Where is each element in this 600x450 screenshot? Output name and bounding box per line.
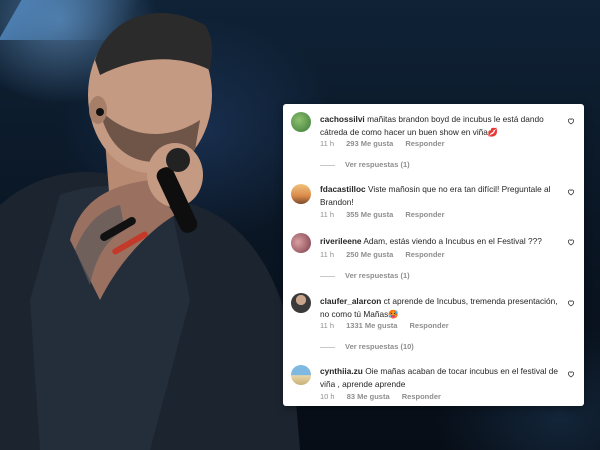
replies-divider bbox=[320, 164, 335, 166]
reply-button[interactable]: Responder bbox=[405, 139, 444, 148]
comment-text-block: fdacastilloc Viste mañosin que no era ta… bbox=[320, 183, 558, 209]
view-replies-button[interactable]: Ver respuestas (1) bbox=[320, 160, 410, 169]
view-replies-label: Ver respuestas (10) bbox=[345, 342, 414, 351]
comment-text-block: riverileene Adam, estás viendo a Incubus… bbox=[320, 235, 558, 248]
avatar[interactable] bbox=[291, 293, 311, 313]
avatar[interactable] bbox=[291, 233, 311, 253]
comment-username[interactable]: riverileene bbox=[320, 236, 362, 246]
heart-outline-icon[interactable] bbox=[567, 188, 575, 196]
view-replies-button[interactable]: Ver respuestas (10) bbox=[320, 342, 414, 351]
comment-username[interactable]: cynthiia.zu bbox=[320, 366, 363, 376]
heart-outline-icon[interactable] bbox=[567, 370, 575, 378]
reply-button[interactable]: Responder bbox=[410, 321, 449, 330]
comment-likes[interactable]: 293 Me gusta bbox=[346, 139, 393, 148]
replies-divider bbox=[320, 275, 335, 277]
comment-time: 10 h bbox=[320, 392, 335, 401]
heart-outline-icon[interactable] bbox=[567, 299, 575, 307]
comment-meta: 11 h 250 Me gusta Responder bbox=[320, 250, 455, 262]
comment-username[interactable]: fdacastilloc bbox=[320, 184, 366, 194]
replies-divider bbox=[320, 346, 335, 348]
comment-time: 11 h bbox=[320, 321, 335, 330]
comments-panel: cachossilvi mañitas brandon boyd de incu… bbox=[283, 104, 584, 406]
comment-username[interactable]: claufer_alarcon bbox=[320, 296, 381, 306]
comment-likes[interactable]: 355 Me gusta bbox=[346, 210, 393, 219]
avatar[interactable] bbox=[291, 112, 311, 132]
avatar[interactable] bbox=[291, 184, 311, 204]
comment-text-block: cachossilvi mañitas brandon boyd de incu… bbox=[320, 113, 558, 139]
comment-meta: 11 h 293 Me gusta Responder bbox=[320, 139, 455, 151]
comment-time: 11 h bbox=[320, 210, 335, 219]
comment-time: 11 h bbox=[320, 250, 335, 259]
heart-outline-icon[interactable] bbox=[567, 117, 575, 125]
comment-meta: 11 h 1331 Me gusta Responder bbox=[320, 321, 459, 333]
view-replies-label: Ver respuestas (1) bbox=[345, 271, 410, 280]
avatar[interactable] bbox=[291, 365, 311, 385]
reply-button[interactable]: Responder bbox=[405, 250, 444, 259]
comment-meta: 11 h 355 Me gusta Responder bbox=[320, 210, 455, 222]
reply-button[interactable]: Responder bbox=[402, 392, 441, 401]
comment-username[interactable]: cachossilvi bbox=[320, 114, 365, 124]
heart-outline-icon[interactable] bbox=[567, 238, 575, 246]
comment-time: 11 h bbox=[320, 139, 335, 148]
comment-likes[interactable]: 1331 Me gusta bbox=[346, 321, 397, 330]
comment-meta: 10 h 83 Me gusta Responder bbox=[320, 392, 451, 404]
view-replies-button[interactable]: Ver respuestas (1) bbox=[320, 271, 410, 280]
comment-likes[interactable]: 83 Me gusta bbox=[347, 392, 390, 401]
comment-text-block: cynthiia.zu Oie mañas acaban de tocar in… bbox=[320, 365, 558, 391]
comment-text-block: claufer_alarcon ct aprende de Incubus, t… bbox=[320, 295, 558, 321]
reply-button[interactable]: Responder bbox=[405, 210, 444, 219]
comment-body: Adam, estás viendo a Incubus en el Festi… bbox=[363, 236, 542, 246]
view-replies-label: Ver respuestas (1) bbox=[345, 160, 410, 169]
comment-likes[interactable]: 250 Me gusta bbox=[346, 250, 393, 259]
